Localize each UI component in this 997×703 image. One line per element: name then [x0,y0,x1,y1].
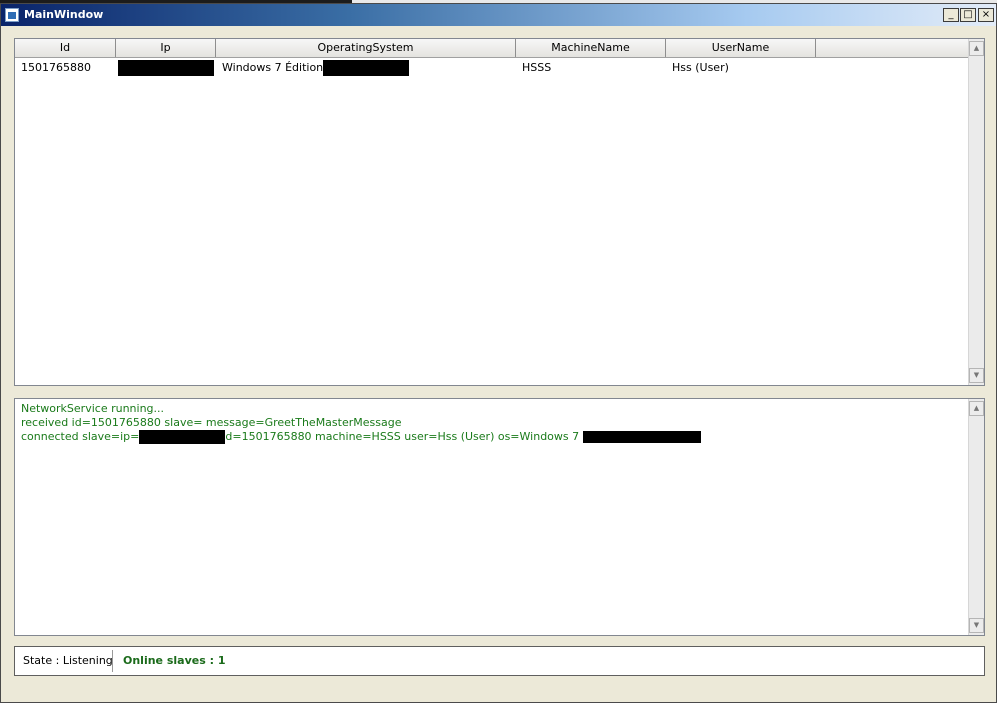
log-line: connected slave=ip= d=1501765880 machine=… [21,430,701,444]
column-header-id[interactable]: Id [15,39,116,57]
column-header-machine-name[interactable]: MachineName [516,39,666,57]
log-scrollbar[interactable]: ▲ ▼ [968,399,984,635]
slaves-grid[interactable]: Id Ip OperatingSystem MachineName UserNa… [14,38,985,386]
column-header-filler [816,39,968,57]
log-line: NetworkService running... [21,402,165,415]
minimize-button[interactable]: _ [943,8,959,22]
scroll-up-icon[interactable]: ▲ [969,401,984,416]
scroll-down-icon[interactable]: ▼ [969,618,984,633]
cell-user-name: Hss (User) [672,61,729,74]
redaction-block [582,431,701,443]
state-label: State : Listening [23,654,113,667]
scroll-up-icon[interactable]: ▲ [969,41,984,56]
main-window: MainWindow _ □ × Id Ip OperatingSystem M… [0,3,997,703]
window-title: MainWindow [24,8,104,21]
maximize-button[interactable]: □ [960,8,976,22]
grid-scrollbar[interactable]: ▲ ▼ [968,39,984,385]
table-row[interactable]: 1501765880 Windows 7 Édition HSSS Hss (U… [15,59,968,77]
app-icon[interactable] [5,8,19,22]
log-line-middle: d=1501765880 machine=HSSS user=Hss (User… [225,430,583,443]
log-output[interactable]: NetworkService running... received id=15… [14,398,985,636]
cell-os-text: Windows 7 Édition [222,61,324,74]
title-bar[interactable]: MainWindow _ □ × [1,4,996,26]
cell-operating-system: Windows 7 Édition [216,59,516,77]
column-header-ip[interactable]: Ip [116,39,216,57]
cell-machine-name: HSSS [522,61,552,74]
close-button[interactable]: × [978,8,994,22]
online-slaves-label: Online slaves : 1 [123,654,226,667]
status-separator [112,650,113,672]
column-header-user-name[interactable]: UserName [666,39,816,57]
grid-header: Id Ip OperatingSystem MachineName UserNa… [15,39,968,58]
scroll-down-icon[interactable]: ▼ [969,368,984,383]
redaction-block [323,60,410,76]
redaction-block [139,430,226,444]
redaction-block [118,60,214,76]
column-header-operating-system[interactable]: OperatingSystem [216,39,516,57]
status-bar: State : Listening Online slaves : 1 [14,646,985,676]
cell-id: 1501765880 [21,61,91,74]
log-line-prefix: connected slave=ip= [21,430,140,443]
cell-ip [116,59,216,77]
log-line: received id=1501765880 slave= message=Gr… [21,416,402,429]
